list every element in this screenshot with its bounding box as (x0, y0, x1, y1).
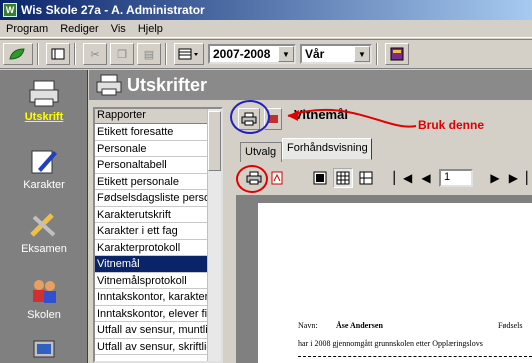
report-list: Rapporter Etikett foresatte Personale Pe… (93, 107, 223, 363)
main-toolbar: ✂ ❐ ▤ 2007-2008 ▼ Vår ▼ (0, 39, 532, 69)
list-item[interactable]: Etikett personale (95, 174, 208, 190)
copy-icon[interactable]: ❐ (110, 43, 134, 65)
list-item[interactable]: Karakter i ett fag (95, 223, 208, 240)
list-item[interactable]: Karakterprotokoll (95, 240, 208, 256)
window-title: Wis Skole 27a - A. Administrator (21, 3, 205, 17)
page-title: Utskrifter (127, 74, 208, 95)
doc-birth-label: Fødsels (498, 321, 523, 330)
menu-hjelp[interactable]: Hjelp (132, 23, 169, 35)
list-item[interactable]: Utfall av sensur, skriftlig (95, 339, 208, 355)
next-page-icon[interactable]: ▶ (485, 168, 505, 188)
computer-icon (27, 336, 61, 363)
doc-divider (298, 356, 532, 357)
list-item[interactable]: Inntakskontor, karakter (95, 289, 208, 306)
paste-icon[interactable]: ▤ (137, 43, 161, 65)
tab-forhandsvisning[interactable]: Forhåndsvisning (282, 138, 372, 160)
list-item[interactable]: Utfall av sensur, muntlig (95, 322, 208, 339)
list-item[interactable]: Fødselsdagsliste person (95, 190, 208, 207)
doc-name-value: Åse Andersen (336, 321, 383, 330)
previous-page-icon[interactable]: ◀ (416, 168, 436, 188)
sidebar-item-label: Karakter (23, 179, 65, 191)
list-item-selected[interactable]: Vitnemål (95, 256, 208, 273)
page-number-input[interactable]: 1 (439, 169, 473, 187)
window-icon[interactable] (46, 43, 70, 65)
tab-utvalg[interactable]: Utvalg (240, 142, 282, 162)
sidebar: Utskrift Karakter Eksamen Skolen (0, 70, 88, 363)
menu-rediger[interactable]: Rediger (54, 23, 105, 35)
multi-page-icon[interactable] (333, 168, 353, 188)
sidebar-item-eksamen[interactable]: Eksamen (0, 210, 88, 255)
sidebar-item-computer[interactable] (0, 336, 88, 363)
grid-page-icon[interactable] (356, 168, 376, 188)
sidebar-item-label: Utskrift (24, 111, 64, 123)
print-preview: Navn: Åse Andersen Fødsels har i 2008 gj… (236, 195, 532, 363)
sidebar-item-label: Eksamen (21, 243, 67, 255)
title-bar: W Wis Skole 27a - A. Administrator (0, 0, 532, 20)
printer-icon (27, 78, 61, 108)
app-window: { "window": {"title": "Wis Skole 27a - A… (0, 0, 532, 363)
cut-icon[interactable]: ✂ (83, 43, 107, 65)
section-header: Utskrifter (89, 70, 532, 100)
menu-program[interactable]: Program (0, 23, 54, 35)
list-scrollbar[interactable] (207, 109, 221, 361)
sidebar-item-label: Skolen (27, 309, 61, 321)
annotation-blue-circle (230, 100, 270, 134)
preview-toolbar: ▏◀ ◀ 1 ▶ ▶▕ (236, 163, 532, 193)
annotation-red-circle (236, 165, 268, 193)
menu-vis[interactable]: Vis (105, 23, 132, 35)
people-icon (27, 276, 61, 306)
chevron-down-icon[interactable]: ▼ (278, 46, 294, 62)
list-item[interactable]: Karakterutskrift (95, 207, 208, 223)
list-item[interactable]: Inntakskontor, elever fil (95, 306, 208, 322)
pdf-icon[interactable] (267, 168, 287, 188)
chevron-down-icon[interactable]: ▼ (354, 46, 370, 62)
last-page-icon[interactable]: ▶▕ (508, 168, 528, 188)
doc-name-label: Navn: (298, 321, 318, 330)
sidebar-item-utskrift[interactable]: Utskrift (0, 78, 88, 123)
term-select[interactable]: Vår ▼ (300, 44, 372, 64)
printer-icon (95, 72, 123, 98)
leaf-icon[interactable] (3, 43, 33, 65)
scroll-thumb[interactable] (208, 111, 221, 171)
list-header: Rapporter (95, 109, 221, 124)
doc-line: har i 2008 gjennomgått grunnskolen etter… (298, 339, 483, 348)
first-page-icon[interactable]: ▏◀ (393, 168, 413, 188)
menu-bar: Program Rediger Vis Hjelp (0, 20, 532, 38)
tools-icon (27, 210, 61, 240)
year-select[interactable]: 2007-2008 ▼ (208, 44, 296, 64)
list-item[interactable]: Etikett foresatte (95, 124, 208, 141)
pencil-paper-icon (27, 146, 61, 176)
single-page-icon[interactable] (310, 168, 330, 188)
report-panel: Vitnemål Bruk denne Utvalg Forhåndsvisni… (228, 100, 532, 363)
list-item[interactable]: Vitnemålsprotokoll (95, 273, 208, 289)
sidebar-item-skolen[interactable]: Skolen (0, 276, 88, 321)
list-item[interactable]: Personale (95, 141, 208, 157)
list-item[interactable]: Personaltabell (95, 157, 208, 174)
annotation-text: Bruk denne (418, 118, 485, 132)
preview-page: Navn: Åse Andersen Fødsels har i 2008 gj… (258, 203, 532, 363)
table-dropdown-icon[interactable] (174, 43, 204, 65)
book-icon[interactable] (385, 43, 409, 65)
sidebar-item-karakter[interactable]: Karakter (0, 146, 88, 191)
app-icon: W (3, 3, 17, 17)
